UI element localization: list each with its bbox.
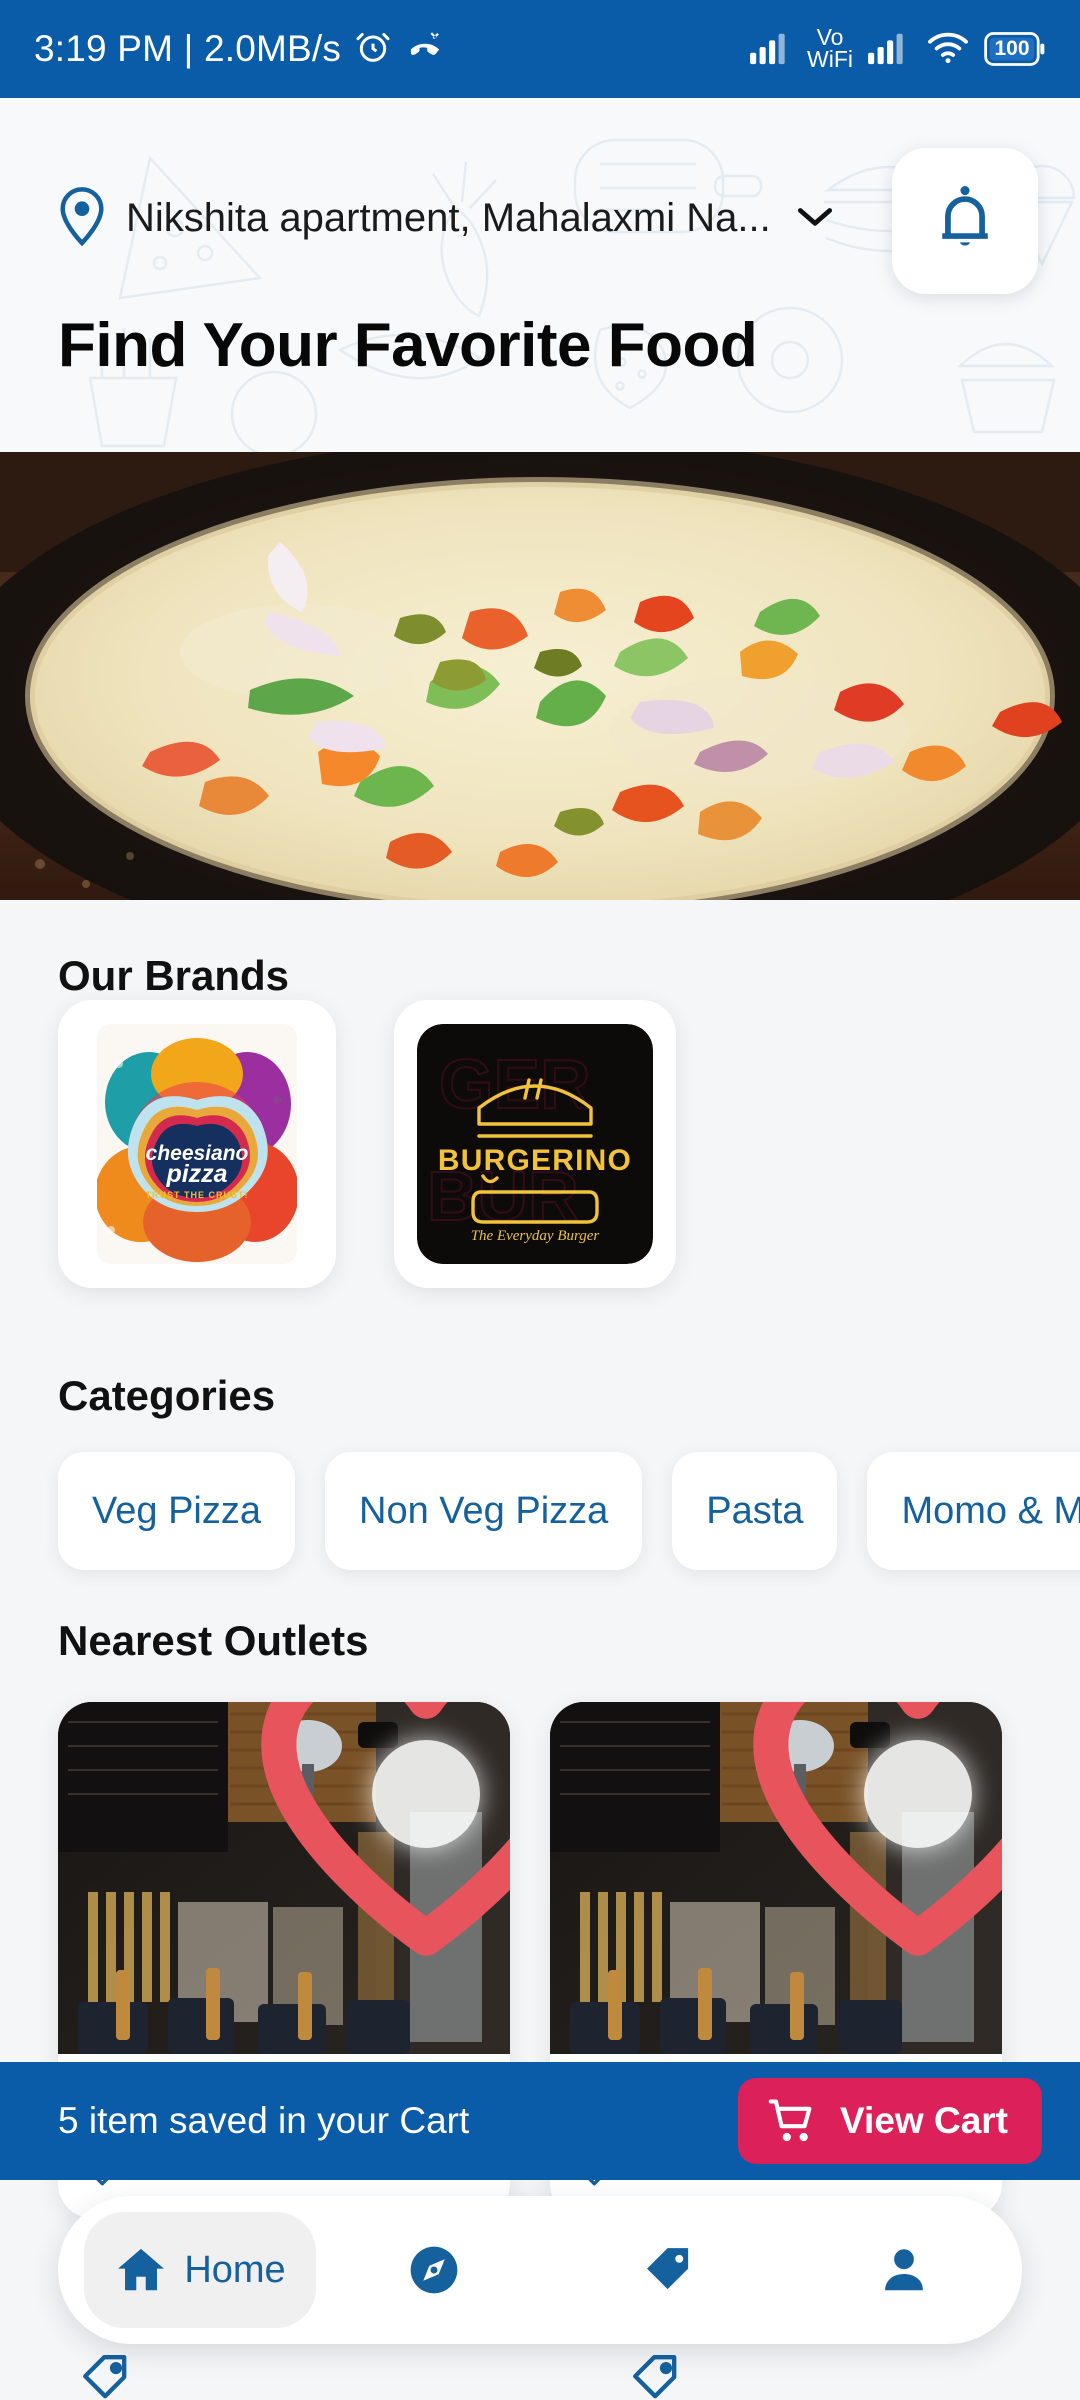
category-chip-momo[interactable]: Momo & M [867,1452,1080,1570]
brands-list: cheesiano pizza TRUST THE CRUST! ® GER B… [58,1000,676,1288]
offer-tag-icon [641,2242,697,2298]
signal-bars-icon [748,28,794,71]
app-header: Nikshita apartment, Mahalaxmi Na... Find… [0,98,1080,454]
status-time-speed: 3:19 PM | 2.0MB/s [34,28,342,69]
status-bar-right: Vo WiFi 100 [748,26,1046,72]
call-mute-icon [405,27,445,72]
heart-icon [200,1702,510,1970]
nav-item-home[interactable]: Home [84,2212,316,2328]
bottom-navigation: Home [58,2196,1022,2344]
nav-item-profile[interactable] [787,2196,1022,2344]
svg-text:GER: GER [439,1045,591,1123]
category-chip-pasta[interactable]: Pasta [672,1452,838,1570]
favorite-button[interactable] [261,1702,510,1956]
shopping-cart-icon [766,2095,818,2147]
status-bar-left: 3:19 PM | 2.0MB/s [34,27,445,72]
view-cart-button[interactable]: View Cart [738,2078,1042,2164]
category-chip-label: Veg Pizza [92,1489,261,1532]
brands-section-title: Our Brands [58,952,290,999]
burgerino-logo: GER BUR BURGERINO The Everyday Burger [417,1024,653,1264]
alarm-clock-icon [353,27,393,72]
vowifi-indicator: Vo WiFi [807,26,853,72]
person-icon [877,2243,931,2297]
brand-card-burgerino[interactable]: GER BUR BURGERINO The Everyday Burger [394,1000,676,1288]
location-label: Nikshita apartment, Mahalaxmi Na... [126,195,771,240]
heart-icon [692,1702,1002,1970]
home-icon [114,2243,168,2297]
categories-section-title: Categories [58,1372,276,1419]
outlet-photo [550,1702,1002,2054]
svg-text:TRUST THE CRUST!: TRUST THE CRUST! [146,1190,249,1200]
category-chip-label: Non Veg Pizza [359,1489,609,1532]
svg-text:®: ® [273,1095,281,1107]
wifi-icon [925,28,971,71]
svg-text:pizza: pizza [165,1160,227,1188]
offer-tag-icon-peek-right [630,2352,682,2400]
category-chip-label: Pasta [706,1489,804,1532]
page-title: Find Your Favorite Food [58,311,758,380]
hero-banner[interactable] [0,452,1080,900]
offer-tag-icon-peek-left [80,2352,132,2400]
chevron-down-icon[interactable] [793,201,837,236]
brand-card-cheesiano[interactable]: cheesiano pizza TRUST THE CRUST! ® [58,1000,336,1288]
hero-pizza-image [0,452,1080,900]
bell-icon [930,182,1000,261]
category-chip-veg-pizza[interactable]: Veg Pizza [58,1452,295,1570]
cart-message: 5 item saved in your Cart [58,2100,470,2141]
status-bar: 3:19 PM | 2.0MB/s Vo WiFi 100 [0,0,1080,98]
cheesiano-pizza-logo: cheesiano pizza TRUST THE CRUST! ® [97,1024,297,1264]
category-chip-non-veg-pizza[interactable]: Non Veg Pizza [325,1452,643,1570]
view-cart-label: View Cart [840,2100,1008,2141]
signal-bars-icon-2 [866,28,912,71]
battery-level: 100 [994,37,1030,60]
nav-item-offers[interactable] [551,2196,786,2344]
battery-icon: 100 [984,32,1046,66]
location-pin-icon [56,186,108,251]
compass-icon [406,2242,462,2298]
svg-text:The Everyday Burger: The Everyday Burger [471,1228,600,1244]
outlets-section-title: Nearest Outlets [58,1617,369,1664]
outlet-photo [58,1702,510,2054]
nav-item-home-label: Home [184,2248,286,2291]
category-chip-label: Momo & M [901,1489,1080,1532]
categories-list: Veg Pizza Non Veg Pizza Pasta Momo & M [58,1452,1080,1570]
nav-item-explore[interactable] [316,2196,551,2344]
cart-bar: 5 item saved in your Cart View Cart [0,2062,1080,2180]
notification-button[interactable] [892,148,1038,294]
svg-text:BURGERINO: BURGERINO [438,1144,632,1177]
vowifi-bottom: WiFi [807,46,853,72]
favorite-button[interactable] [753,1702,1002,1956]
